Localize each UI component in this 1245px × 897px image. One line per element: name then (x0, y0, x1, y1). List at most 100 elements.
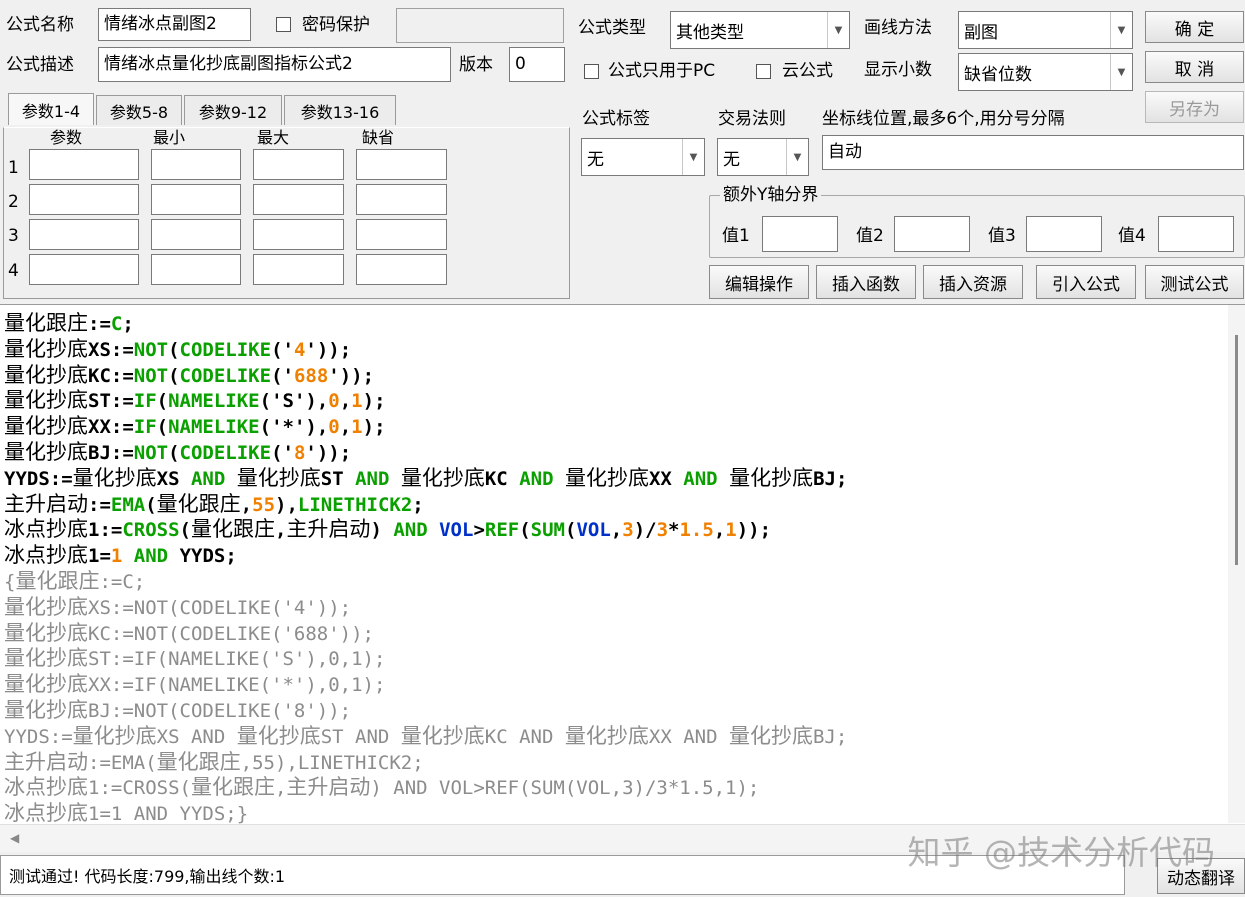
y-value-3-input[interactable] (1026, 216, 1102, 252)
code-token: 量化抄底 (4, 646, 88, 671)
code-token: REF (484, 519, 520, 542)
cancel-button[interactable]: 取 消 (1145, 51, 1244, 83)
code-line[interactable]: 量化抄底KC:=NOT(CODELIKE('688')); (4, 363, 847, 389)
scrollbar-thumb[interactable] (1235, 335, 1238, 565)
y-value-2-input[interactable] (894, 216, 970, 252)
code-line[interactable]: 量化抄底ST:=IF(NAMELIKE('S'),0,1); (4, 646, 847, 672)
code-token: 量化跟庄 (15, 568, 100, 593)
coord-line-input[interactable]: 自动 (822, 135, 1244, 170)
param-default-input[interactable] (356, 184, 447, 215)
cloud-formula-checkbox[interactable] (756, 64, 771, 79)
param-name-input[interactable] (29, 219, 139, 250)
code-token: 1 (351, 416, 363, 439)
vertical-scrollbar[interactable] (1228, 305, 1245, 823)
ok-button[interactable]: 确 定 (1145, 11, 1244, 43)
chevron-down-icon[interactable]: ▼ (786, 139, 808, 175)
code-token: 冰点抄底 (4, 543, 88, 568)
param-max-input[interactable] (253, 184, 344, 215)
trade-rule-select[interactable]: 无 ▼ (717, 138, 809, 176)
code-line[interactable]: 量化抄底KC:=NOT(CODELIKE('688')); (4, 621, 847, 647)
code-line[interactable]: 量化跟庄:=C; (4, 311, 847, 337)
code-line[interactable]: 量化抄底BJ:=NOT(CODELIKE('8')); (4, 440, 847, 466)
password-input[interactable] (396, 8, 564, 43)
code-token: , (713, 519, 726, 542)
code-token: 3 (656, 519, 669, 542)
param-min-input[interactable] (151, 149, 241, 180)
param-name-input[interactable] (29, 254, 139, 285)
y-value-2-label: 值2 (856, 226, 884, 246)
param-max-input[interactable] (253, 219, 344, 250)
chevron-down-icon[interactable]: ▼ (682, 139, 704, 175)
password-protect-checkbox[interactable] (276, 17, 291, 32)
param-header-name: 参数 (50, 128, 83, 147)
code-token: 1:=CROSS( (88, 777, 191, 800)
insert-function-button[interactable]: 插入函数 (816, 265, 916, 299)
param-name-input[interactable] (29, 149, 139, 180)
code-token: AND (519, 467, 554, 490)
code-line[interactable]: YYDS:=量化抄底XS AND 量化抄底ST AND 量化抄底KC AND 量… (4, 724, 847, 750)
code-line[interactable]: 量化抄底XX:=IF(NAMELIKE('*'),0,1); (4, 414, 847, 440)
draw-method-label: 画线方法 (864, 18, 932, 38)
chevron-down-icon[interactable]: ▼ (827, 12, 849, 48)
code-line[interactable]: {量化跟庄:=C; (4, 569, 847, 595)
import-formula-button[interactable]: 引入公式 (1036, 265, 1136, 299)
code-token: > (473, 519, 485, 542)
draw-method-value: 副图 (964, 22, 998, 43)
code-token: 冰点抄底 (4, 801, 88, 826)
formula-name-input[interactable]: 情绪冰点副图2 (98, 8, 251, 41)
param-max-input[interactable] (253, 149, 344, 180)
tab-params-13-16[interactable]: 参数13-16 (284, 95, 396, 125)
param-min-input[interactable] (151, 219, 241, 250)
param-default-input[interactable] (356, 219, 447, 250)
chevron-down-icon[interactable]: ▼ (1110, 12, 1132, 48)
tab-params-5-8[interactable]: 参数5-8 (96, 95, 182, 125)
code-line[interactable]: 冰点抄底1:=CROSS(量化跟庄,主升启动) AND VOL>REF(SUM(… (4, 775, 847, 801)
code-line[interactable]: 冰点抄底1=1 AND YYDS; (4, 543, 847, 569)
code-line[interactable]: 主升启动:=EMA(量化跟庄,55),LINETHICK2; (4, 750, 847, 776)
code-token: 4 (293, 338, 306, 361)
formula-type-select[interactable]: 其他类型 ▼ (670, 11, 850, 49)
save-as-button[interactable]: 另存为 (1145, 91, 1244, 123)
param-default-input[interactable] (356, 254, 447, 285)
param-min-input[interactable] (151, 254, 241, 285)
decimals-select[interactable]: 缺省位数 ▼ (958, 53, 1133, 91)
y-value-4-input[interactable] (1158, 216, 1234, 252)
code-token: EMA (110, 493, 146, 516)
code-line[interactable]: 量化抄底BJ:=NOT(CODELIKE('8')); (4, 698, 847, 724)
code-line[interactable]: YYDS:=量化抄底XS AND 量化抄底ST AND 量化抄底KC AND 量… (4, 466, 847, 492)
code-token: 量化跟庄 (190, 775, 275, 800)
tab-params-1-4[interactable]: 参数1-4 (8, 93, 94, 125)
formula-desc-input[interactable]: 情绪冰点量化抄底副图指标公式2 (98, 47, 451, 82)
edit-ops-button[interactable]: 编辑操作 (709, 265, 809, 299)
param-min-input[interactable] (151, 184, 241, 215)
formula-name-label: 公式名称 (6, 15, 74, 35)
code-token: 量化抄底 (4, 697, 88, 722)
param-max-input[interactable] (253, 254, 344, 285)
param-name-input[interactable] (29, 184, 139, 215)
code-token: 0 (328, 416, 340, 439)
tab-params-9-12[interactable]: 参数9-12 (184, 95, 282, 125)
trade-rule-value: 无 (723, 149, 740, 170)
code-editor[interactable]: 量化跟庄:=C; 量化抄底XS:=NOT(CODELIKE('4')); 量化抄底K… (0, 304, 1245, 852)
code-line[interactable]: 量化抄底ST:=IF(NAMELIKE('S'),0,1); (4, 388, 847, 414)
arrow-left-icon[interactable]: ◀ (10, 831, 19, 845)
insert-resource-button[interactable]: 插入资源 (923, 265, 1023, 299)
code-line[interactable]: 量化抄底XS:=NOT(CODELIKE('4')); (4, 337, 847, 363)
y-value-1-input[interactable] (762, 216, 838, 252)
code-line[interactable]: 主升启动:=EMA(量化跟庄,55),LINETHICK2; (4, 492, 847, 518)
chevron-down-icon[interactable]: ▼ (1110, 54, 1132, 90)
code-token: ( (145, 493, 157, 516)
code-line[interactable]: 量化抄底XX:=IF(NAMELIKE('*'),0,1); (4, 672, 847, 698)
decimals-value: 缺省位数 (964, 64, 1032, 85)
pc-only-checkbox[interactable] (584, 64, 599, 79)
code-line[interactable]: 量化抄底XS:=NOT(CODELIKE('4')); (4, 595, 847, 621)
param-default-input[interactable] (356, 149, 447, 180)
formula-tag-select[interactable]: 无 ▼ (581, 138, 705, 176)
draw-method-select[interactable]: 副图 ▼ (958, 11, 1133, 49)
test-formula-button[interactable]: 测试公式 (1145, 265, 1244, 299)
version-input[interactable]: 0 (509, 47, 565, 82)
param-row-number: 4 (8, 261, 19, 281)
code-text[interactable]: 量化跟庄:=C; 量化抄底XS:=NOT(CODELIKE('4')); 量化抄底K… (4, 311, 847, 827)
code-line[interactable]: 冰点抄底1:=CROSS(量化跟庄,主升启动) AND VOL>REF(SUM(… (4, 517, 847, 543)
